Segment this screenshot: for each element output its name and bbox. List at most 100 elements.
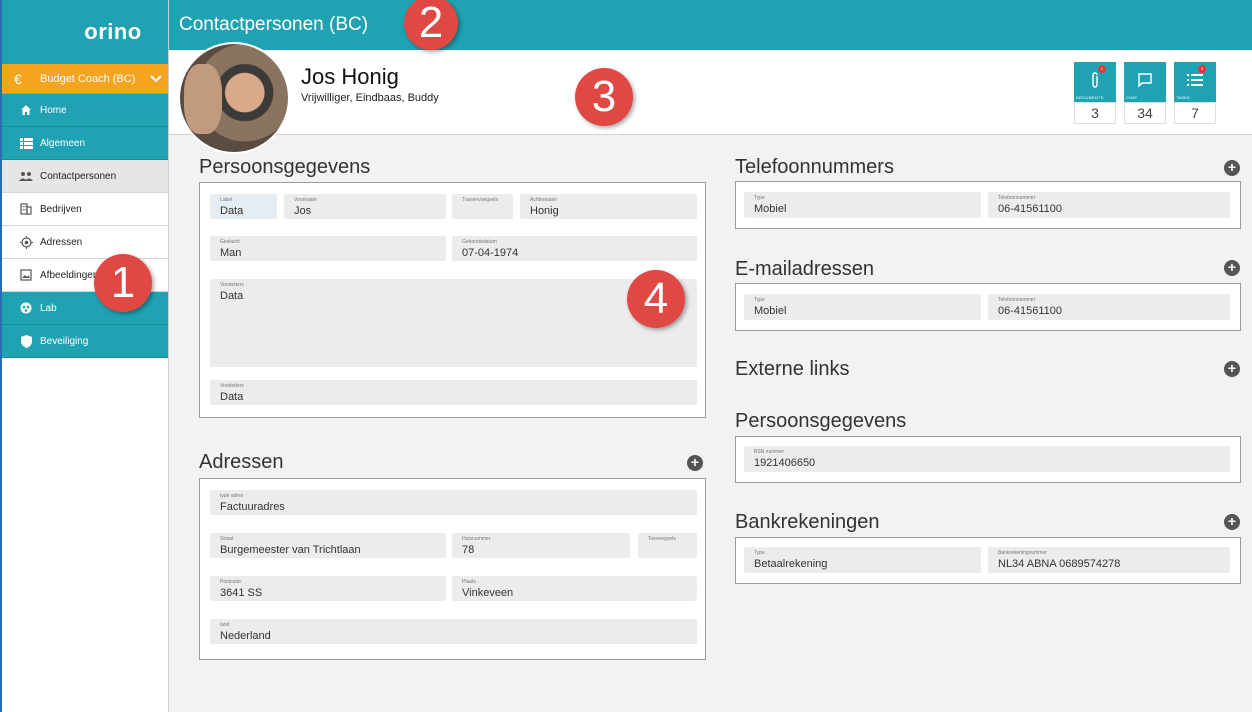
postcode-field[interactable]: Postcode 3641 SS xyxy=(210,576,446,601)
add-externe-link-button[interactable]: + xyxy=(1224,361,1240,377)
field-value: Nederland xyxy=(220,630,271,642)
budget-coach-selector[interactable]: € Budget Coach (BC) xyxy=(2,64,168,94)
externe-links-title: Externe links xyxy=(735,358,850,380)
location-icon xyxy=(12,235,40,249)
sidebar-item-adressen[interactable]: Adressen xyxy=(2,226,168,259)
sidebar-item-label: Beveiliging xyxy=(40,335,89,347)
field-label: Type xyxy=(754,550,765,556)
field-label: land xyxy=(220,622,230,628)
field-value: 1921406650 xyxy=(754,457,816,469)
field-value: Man xyxy=(220,247,242,259)
toevoegsels-field[interactable]: Toevoegsels xyxy=(638,533,697,558)
field-label: Plaats xyxy=(462,579,476,585)
voornaam-field[interactable]: Voornaam Jos xyxy=(284,194,446,219)
field-value: 78 xyxy=(462,544,475,556)
sidebar-item-home[interactable]: Home xyxy=(2,94,168,127)
email-nummer-field[interactable]: Telefoonnummer 06-41561100 xyxy=(988,294,1230,320)
documents-tile[interactable]: 1 DOCUMENTS 3 xyxy=(1074,62,1116,124)
callout-4: 4 xyxy=(627,270,685,328)
chevron-down-icon xyxy=(150,72,162,86)
sidebar-item-contactpersonen[interactable]: Contactpersonen xyxy=(2,160,168,193)
field-value: Honig xyxy=(530,205,559,217)
add-telefoon-button[interactable]: + xyxy=(1224,160,1240,176)
field-label: type adres xyxy=(220,493,244,499)
field-value: Betaalrekening xyxy=(754,558,828,570)
field-label: Straat xyxy=(220,536,234,542)
home-icon xyxy=(12,104,40,116)
sidebar-item-beveiliging[interactable]: Beveiliging xyxy=(2,325,168,358)
field-value: Mobiel xyxy=(754,305,787,317)
page-title-bar: Contactpersonen (BC) xyxy=(169,0,1252,50)
type-adres-field[interactable]: type adres Factuuradres xyxy=(210,490,697,515)
tussenvoegsels-field[interactable]: Tussenvoegsels xyxy=(452,194,513,219)
straat-field[interactable]: Straat Burgemeester van Trichtlaan xyxy=(210,533,446,558)
land-field[interactable]: land Nederland xyxy=(210,619,697,644)
geslacht-field[interactable]: Geslacht Man xyxy=(210,236,446,261)
emailadressen-title: E-mailadressen xyxy=(735,258,874,280)
telefoon-type-field[interactable]: Type Mobiel xyxy=(744,192,981,218)
field-value: Data xyxy=(220,290,244,302)
euro-icon: € xyxy=(14,70,22,87)
sidebar-item-bedrijven[interactable]: Bedrijven xyxy=(2,193,168,226)
chat-icon xyxy=(1137,72,1153,93)
add-email-button[interactable]: + xyxy=(1224,260,1240,276)
geboortedatum-field[interactable]: Geboortedatum 07-04-1974 xyxy=(452,236,697,261)
chat-count: 34 xyxy=(1124,102,1166,124)
app-logo[interactable]: orino xyxy=(2,0,168,64)
adressen-card: type adres Factuuradres Straat Burgemees… xyxy=(199,478,706,660)
field-value: 07-04-1974 xyxy=(462,247,519,259)
chat-tile[interactable]: CHAT 34 xyxy=(1124,62,1166,124)
sidebar-item-label: Afbeeldingen xyxy=(40,269,99,281)
add-bankrekening-button[interactable]: + xyxy=(1224,514,1240,530)
field-label: Geboortedatum xyxy=(462,239,497,245)
huisnummer-field[interactable]: Huisnummer 78 xyxy=(452,533,630,558)
add-adres-button[interactable]: + xyxy=(687,455,703,471)
field-value: 06-41561100 xyxy=(998,305,1063,317)
bsn-field[interactable]: BSN nummer 1921406650 xyxy=(744,446,1230,472)
budget-coach-label: Budget Coach (BC) xyxy=(40,72,136,85)
field-label: Huisnummer xyxy=(462,536,491,542)
voorletters-field[interactable]: Voorletters Data xyxy=(210,380,697,405)
field-value: Data xyxy=(220,391,244,403)
achternaam-field[interactable]: Achternaam Honig xyxy=(520,194,697,219)
field-label: Postcode xyxy=(220,579,241,585)
field-value: Mobiel xyxy=(754,203,787,215)
lab-icon xyxy=(12,302,40,314)
documents-badge: 1 xyxy=(1098,65,1106,73)
tasks-count: 7 xyxy=(1174,102,1216,124)
plaats-field[interactable]: Plaats Vinkeveen xyxy=(452,576,697,601)
documents-label: DOCUMENTS xyxy=(1076,95,1104,100)
tasks-icon xyxy=(1187,73,1203,92)
callout-3: 3 xyxy=(575,68,633,126)
field-label: Type xyxy=(754,195,765,201)
sidebar-item-algemeen[interactable]: Algemeen xyxy=(2,127,168,160)
bank-type-field[interactable]: Type Betaalrekening xyxy=(744,547,981,573)
field-value: Data xyxy=(220,205,244,217)
voorletters-textarea[interactable]: Voorletters Data xyxy=(210,279,697,367)
sidebar: orino € Budget Coach (BC) Home Algemeen … xyxy=(2,0,169,712)
bankrekeningen-card: Type Betaalrekening Bankrekeningnummer N… xyxy=(735,537,1241,584)
chat-label: CHAT xyxy=(1126,95,1138,100)
summary-tiles: 1 DOCUMENTS 3 CHAT 34 3 TASKS 7 xyxy=(1074,62,1216,124)
callout-1: 1 xyxy=(94,254,152,312)
documents-count: 3 xyxy=(1074,102,1116,124)
field-value: Vinkeveen xyxy=(462,587,514,599)
tasks-badge: 3 xyxy=(1198,65,1206,73)
sidebar-item-label: Home xyxy=(40,104,67,116)
field-value: Jos xyxy=(294,205,312,217)
persoonsgegevens-title: Persoonsgegevens xyxy=(199,156,371,178)
app-window: orino € Budget Coach (BC) Home Algemeen … xyxy=(0,0,1252,712)
avatar[interactable] xyxy=(178,42,290,154)
telefoonnummer-field[interactable]: Telefoonnummer 06-41561100 xyxy=(988,192,1230,218)
email-type-field[interactable]: Type Mobiel xyxy=(744,294,981,320)
page-title: Contactpersonen (BC) xyxy=(179,14,369,35)
paperclip-icon xyxy=(1090,71,1100,93)
telefoonnummers-card: Type Mobiel Telefoonnummer 06-41561100 xyxy=(735,181,1241,229)
adressen-title: Adressen xyxy=(199,451,284,473)
bankrekeningnummer-field[interactable]: Bankrekeningnummer NL34 ABNA 0689574278 xyxy=(988,547,1230,573)
field-label: Toevoegsels xyxy=(648,536,676,542)
profile-header: Jos Honig Vrijwilliger, Eindbaas, Buddy … xyxy=(169,42,1252,154)
label-field[interactable]: Label Data xyxy=(210,194,277,219)
tasks-tile[interactable]: 3 TASKS 7 xyxy=(1174,62,1216,124)
field-label: Telefoonnummer xyxy=(998,297,1036,303)
